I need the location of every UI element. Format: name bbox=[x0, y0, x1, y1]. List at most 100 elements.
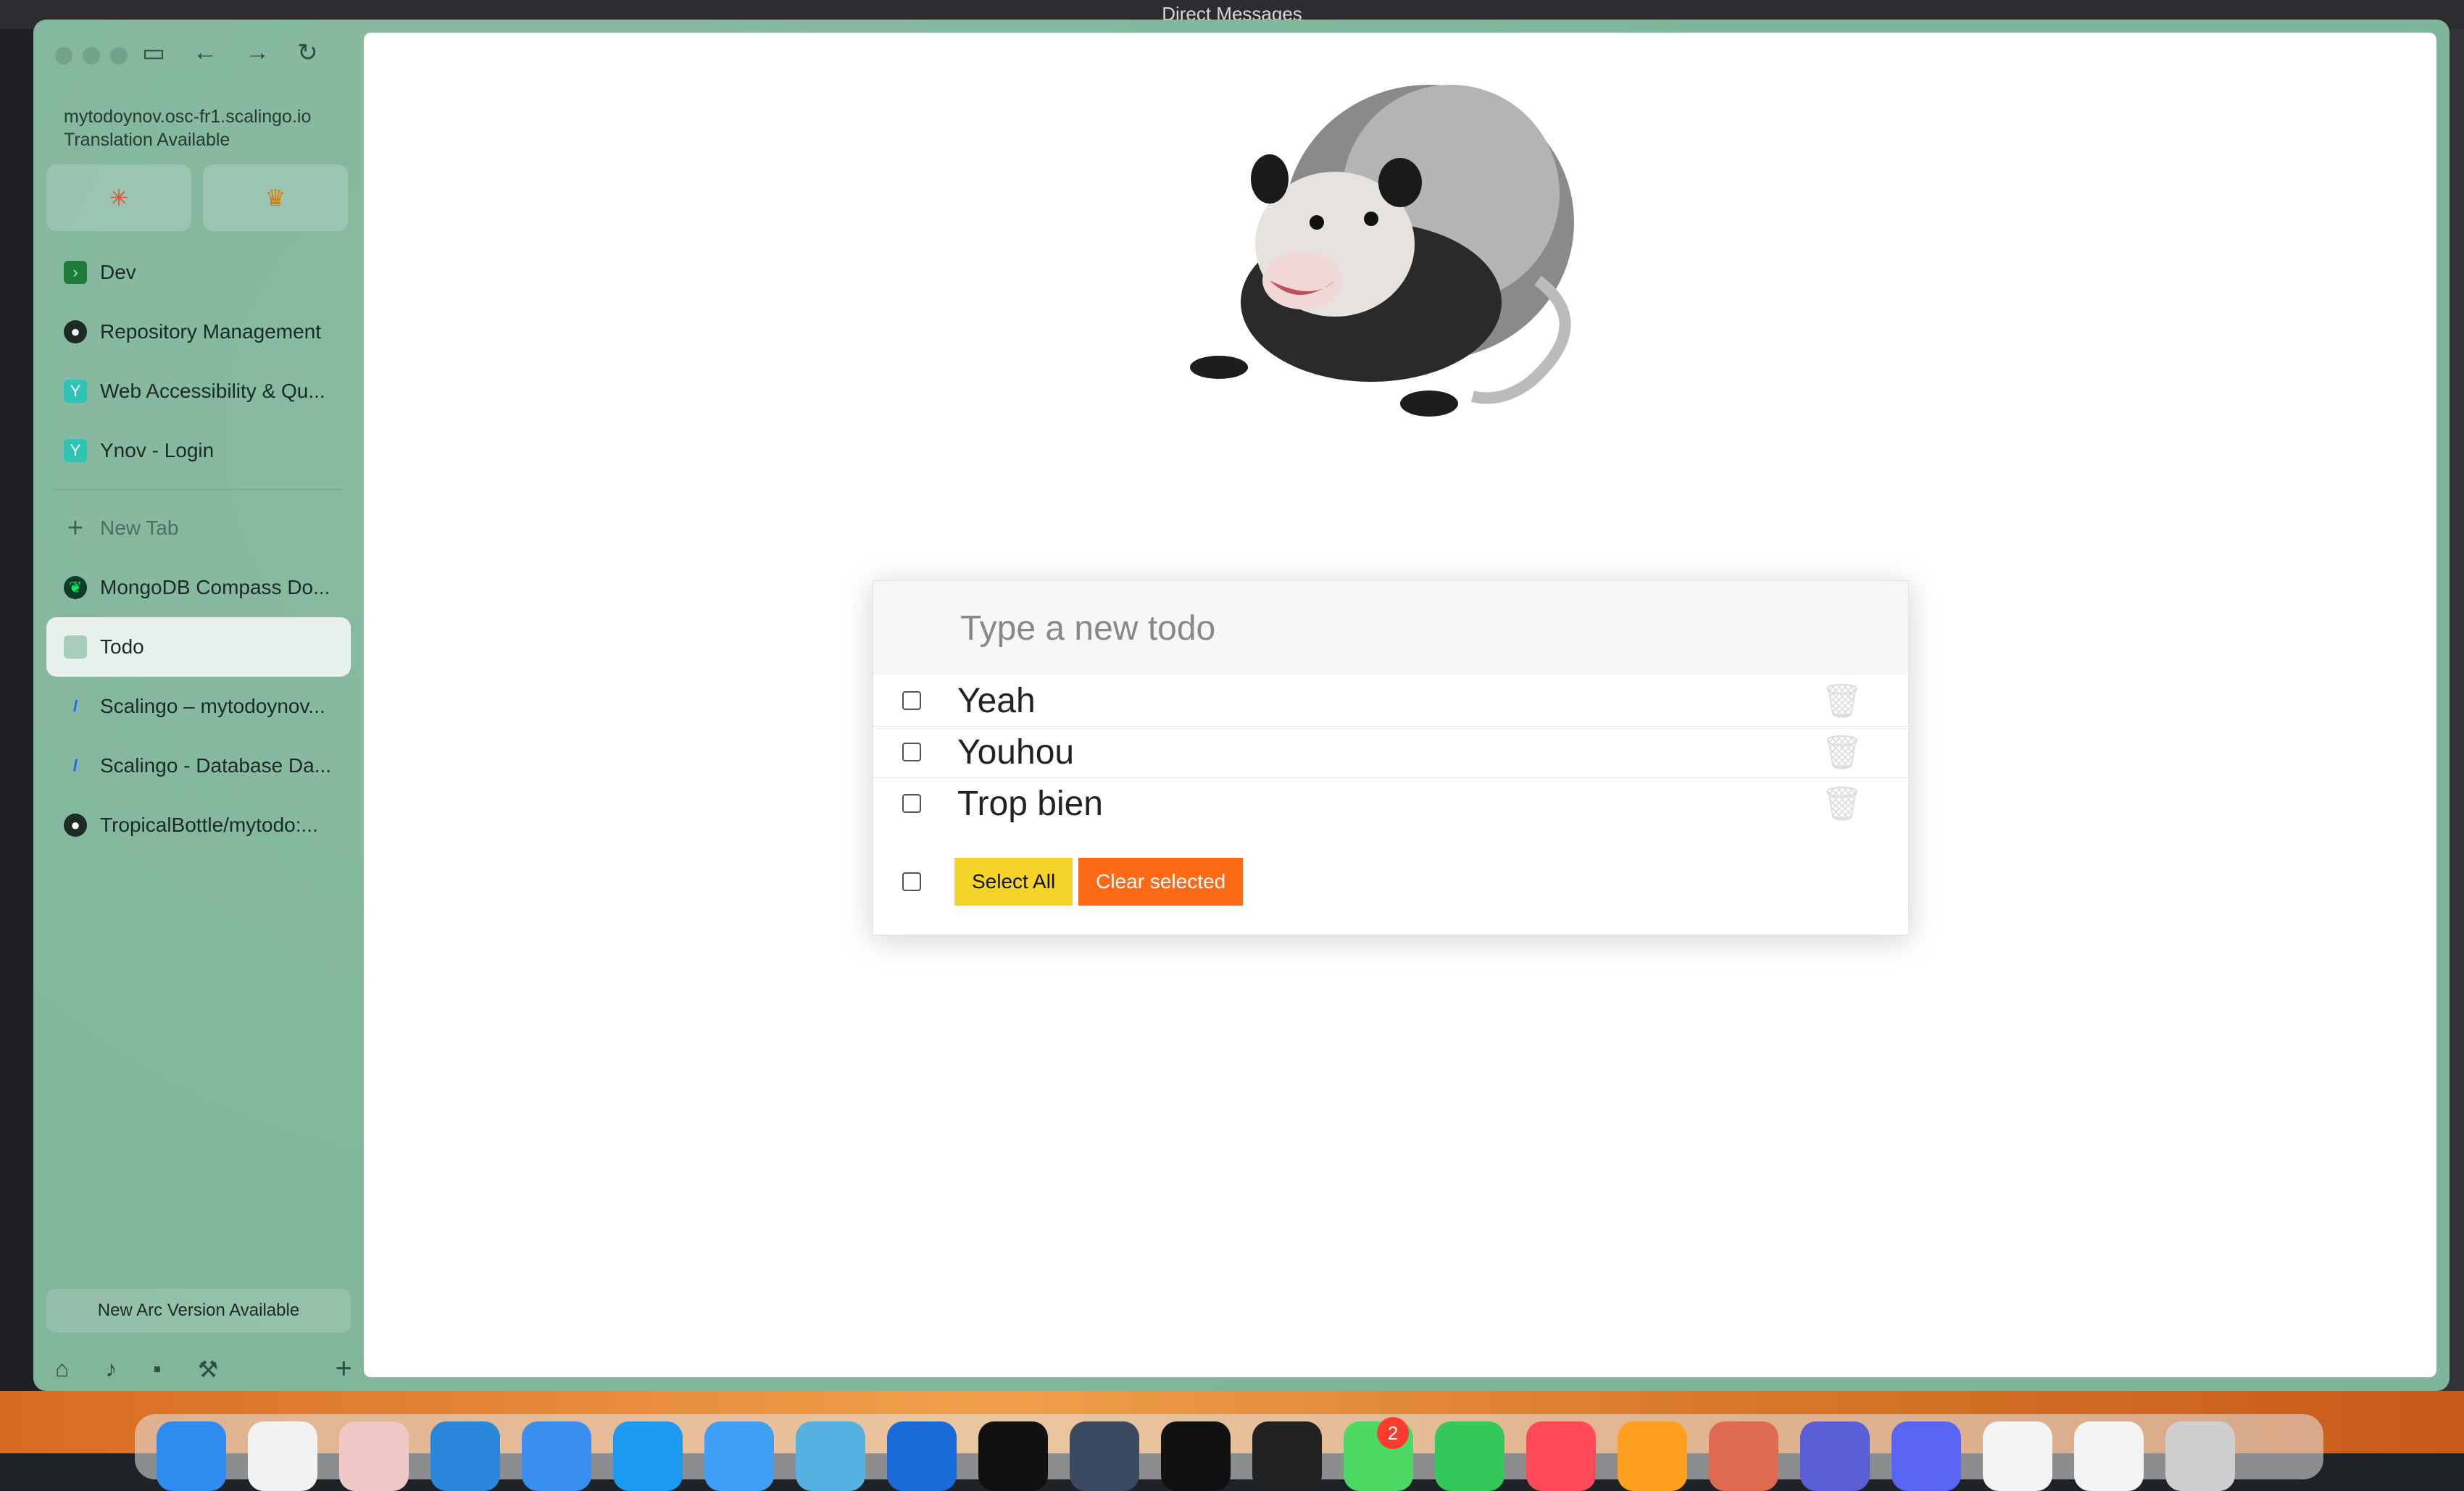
zoom-button[interactable] bbox=[110, 47, 128, 64]
todo-item: Yeah 🗑 bbox=[873, 675, 1908, 727]
trash-icon[interactable]: 🗑 bbox=[1821, 732, 1863, 772]
todo-app: Type a new todo Yeah 🗑 Youhou 🗑 Trop bie… bbox=[873, 580, 1909, 935]
ynov-icon: Y bbox=[64, 380, 87, 403]
tab-web-accessibility[interactable]: Y Web Accessibility & Qu... bbox=[46, 362, 351, 421]
mongodb-icon: ❦ bbox=[64, 576, 87, 599]
dock bbox=[135, 1414, 2323, 1491]
todo-item: Youhou 🗑 bbox=[873, 727, 1908, 778]
terminal-icon: › bbox=[64, 261, 87, 284]
tab-label: Scalingo - Database Da... bbox=[100, 754, 332, 777]
tab-divider bbox=[54, 489, 344, 490]
background-window-left bbox=[0, 29, 33, 1391]
app-icon[interactable] bbox=[339, 1421, 409, 1491]
asterisk-icon: ✳ bbox=[109, 185, 129, 211]
archive-icon[interactable]: ⌂ bbox=[55, 1356, 69, 1382]
tab-label: Repository Management bbox=[100, 320, 322, 343]
todo-footer: Select All Clear selected bbox=[873, 849, 1908, 914]
tab-mongodb[interactable]: ❦ MongoDB Compass Do... bbox=[46, 558, 351, 617]
xcode-icon[interactable] bbox=[613, 1421, 683, 1491]
music-icon[interactable] bbox=[1526, 1421, 1596, 1491]
terminal-icon[interactable] bbox=[1161, 1421, 1231, 1491]
tab-label: Ynov - Login bbox=[100, 439, 215, 462]
sidebar: ▭ ← → ↻ mytodoynov.osc-fr1.scalingo.io T… bbox=[33, 20, 361, 1391]
pinned-favorites: ✳ ♛ bbox=[46, 164, 348, 231]
select-all-button[interactable]: Select All bbox=[954, 858, 1073, 906]
app-icon[interactable] bbox=[2074, 1421, 2144, 1491]
tab-dev[interactable]: › Dev bbox=[46, 243, 351, 302]
web-content: Type a new todo Yeah 🗑 Youhou 🗑 Trop bie… bbox=[364, 33, 2436, 1377]
clear-selected-button[interactable]: Clear selected bbox=[1078, 858, 1244, 906]
url-text: mytodoynov.osc-fr1.scalingo.io bbox=[64, 106, 312, 127]
tools-icon[interactable]: ⚒ bbox=[198, 1356, 219, 1383]
messages-badge: 2 bbox=[1377, 1417, 1409, 1449]
forward-icon[interactable]: → bbox=[245, 38, 270, 67]
pages-icon[interactable] bbox=[1618, 1421, 1687, 1491]
opossum-image bbox=[1190, 85, 1574, 417]
crown-icon: ♛ bbox=[265, 185, 286, 211]
trash-icon[interactable]: 🗑 bbox=[1821, 681, 1863, 721]
todo-text[interactable]: Yeah bbox=[957, 681, 1036, 721]
translation-notice[interactable]: Translation Available bbox=[64, 128, 311, 151]
todo-text[interactable]: Trop bien bbox=[957, 784, 1103, 824]
sublime-icon[interactable] bbox=[887, 1421, 957, 1491]
tab-label: MongoDB Compass Do... bbox=[100, 576, 330, 598]
todo-text[interactable]: Youhou bbox=[957, 732, 1074, 772]
favorite-2[interactable]: ♛ bbox=[203, 164, 348, 231]
app-icon[interactable] bbox=[1709, 1421, 1778, 1491]
webstorm-icon[interactable] bbox=[978, 1421, 1048, 1491]
tab-list: › Dev ● Repository Management Y Web Acce… bbox=[46, 243, 351, 855]
window-controls[interactable] bbox=[55, 47, 128, 64]
launchpad-icon[interactable] bbox=[248, 1421, 317, 1491]
toolbar: ▭ ← → ↻ bbox=[142, 38, 318, 67]
tab-scalingo-app[interactable]: / Scalingo – mytodoynov... bbox=[46, 677, 351, 736]
numbers-icon[interactable] bbox=[1435, 1421, 1504, 1491]
url-bar[interactable]: mytodoynov.osc-fr1.scalingo.io Translati… bbox=[64, 105, 311, 151]
todo-checkbox[interactable] bbox=[902, 743, 921, 761]
plus-icon: + bbox=[67, 512, 84, 543]
mail-icon[interactable] bbox=[522, 1421, 591, 1491]
trash-icon[interactable] bbox=[2165, 1421, 2235, 1491]
app-icon[interactable] bbox=[1070, 1421, 1139, 1491]
tab-label: New Tab bbox=[100, 517, 179, 539]
github-icon: ● bbox=[64, 320, 87, 343]
teams-icon[interactable] bbox=[1800, 1421, 1870, 1491]
tab-todo[interactable]: Todo bbox=[46, 617, 351, 677]
toggle-all-checkbox[interactable] bbox=[902, 872, 921, 891]
tab-label: Dev bbox=[100, 261, 136, 283]
terminal-space-icon[interactable]: ▪ bbox=[153, 1356, 161, 1382]
sidebar-footer: ⌂ ♪ ▪ ⚒ + bbox=[55, 1353, 352, 1385]
simulator-icon[interactable] bbox=[796, 1421, 865, 1491]
add-space-icon[interactable]: + bbox=[336, 1353, 352, 1385]
new-todo-input[interactable]: Type a new todo bbox=[873, 581, 1908, 675]
scalingo-icon: / bbox=[72, 697, 78, 715]
update-banner[interactable]: New Arc Version Available bbox=[46, 1289, 351, 1332]
todo-checkbox[interactable] bbox=[902, 691, 921, 710]
tab-label: Todo bbox=[100, 635, 144, 658]
tab-scalingo-database[interactable]: / Scalingo - Database Da... bbox=[46, 736, 351, 795]
todo-item: Trop bien 🗑 bbox=[873, 778, 1908, 829]
vscode-icon[interactable] bbox=[430, 1421, 500, 1491]
minimize-button[interactable] bbox=[83, 47, 100, 64]
mic-icon[interactable]: ♪ bbox=[105, 1356, 117, 1382]
favorite-1[interactable]: ✳ bbox=[46, 164, 191, 231]
browser-window: ▭ ← → ↻ mytodoynov.osc-fr1.scalingo.io T… bbox=[33, 20, 2450, 1391]
reload-icon[interactable]: ↻ bbox=[297, 38, 318, 67]
discord-icon[interactable] bbox=[1891, 1421, 1961, 1491]
close-button[interactable] bbox=[55, 47, 72, 64]
new-tab-button[interactable]: + New Tab bbox=[46, 498, 351, 558]
todo-checkbox[interactable] bbox=[902, 794, 921, 813]
app-store-icon[interactable] bbox=[704, 1421, 774, 1491]
app-icon[interactable] bbox=[1252, 1421, 1322, 1491]
tab-ynov-login[interactable]: Y Ynov - Login bbox=[46, 421, 351, 480]
finder-icon[interactable] bbox=[157, 1421, 226, 1491]
tab-label: Web Accessibility & Qu... bbox=[100, 380, 325, 402]
back-icon[interactable]: ← bbox=[193, 38, 217, 67]
github-icon: ● bbox=[64, 814, 87, 837]
textedit-icon[interactable] bbox=[1983, 1421, 2052, 1491]
sidebar-toggle-icon[interactable]: ▭ bbox=[142, 38, 165, 67]
tab-repository-management[interactable]: ● Repository Management bbox=[46, 302, 351, 362]
tab-label: Scalingo – mytodoynov... bbox=[100, 695, 325, 717]
tab-github-mytodo[interactable]: ● TropicalBottle/mytodo:... bbox=[46, 795, 351, 855]
scalingo-icon: / bbox=[72, 756, 78, 774]
trash-icon[interactable]: 🗑 bbox=[1821, 784, 1863, 824]
